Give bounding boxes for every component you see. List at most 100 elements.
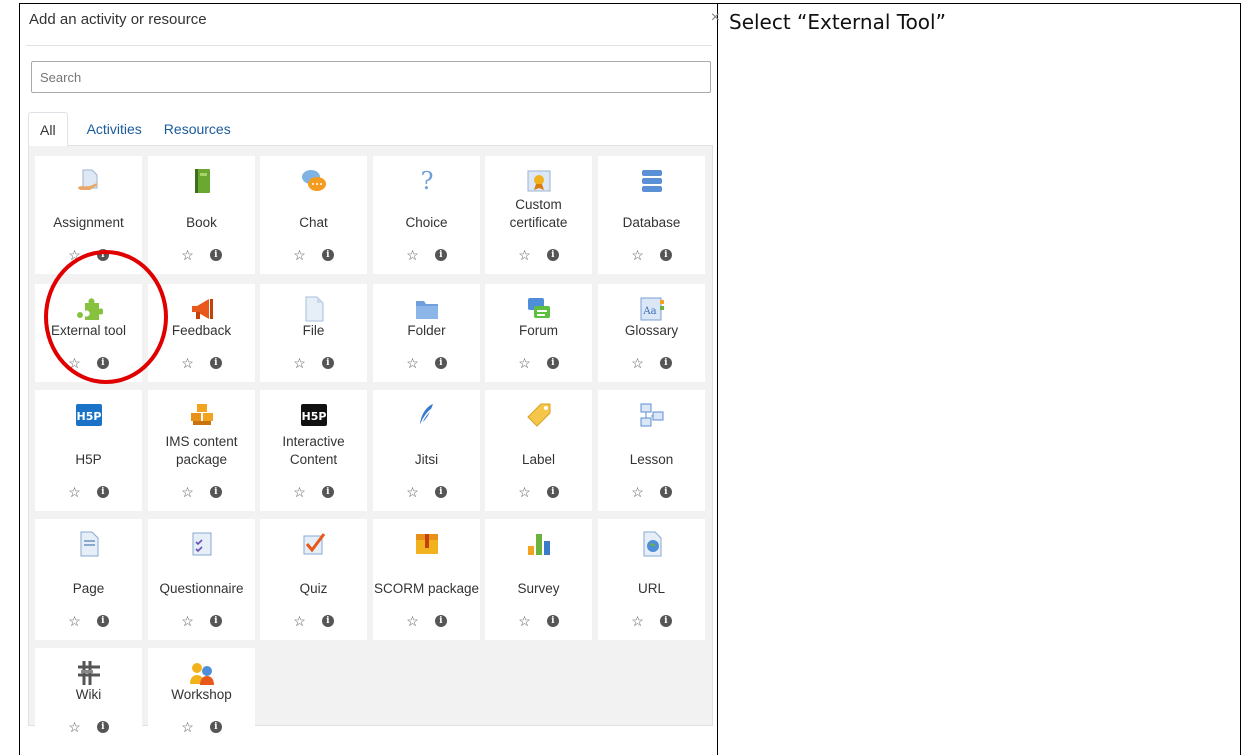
tile-actions: ☆ i bbox=[148, 719, 255, 736]
tile-quiz[interactable]: Quiz ☆ i bbox=[260, 519, 367, 640]
tile-page[interactable]: Page ☆ i bbox=[35, 519, 142, 640]
star-icon[interactable]: ☆ bbox=[181, 355, 194, 372]
tile-external-tool[interactable]: External tool ☆ i bbox=[35, 284, 142, 382]
star-icon[interactable]: ☆ bbox=[631, 613, 644, 630]
info-icon[interactable]: i bbox=[96, 615, 109, 627]
tile-workshop[interactable]: Workshop ☆ i bbox=[148, 648, 255, 746]
tile-actions: ☆ i bbox=[148, 355, 255, 372]
star-icon[interactable]: ☆ bbox=[68, 484, 81, 501]
info-icon[interactable]: i bbox=[546, 615, 559, 627]
tile-lesson[interactable]: Lesson ☆ i bbox=[598, 390, 705, 511]
tile-label[interactable]: Label ☆ i bbox=[485, 390, 592, 511]
tile-label: Questionnaire bbox=[159, 581, 244, 596]
star-icon[interactable]: ☆ bbox=[181, 719, 194, 736]
info-icon[interactable]: i bbox=[96, 249, 109, 261]
info-icon[interactable]: i bbox=[209, 615, 222, 627]
star-icon[interactable]: ☆ bbox=[181, 613, 194, 630]
tile-interactive-content[interactable]: H5P Interactive Content ☆ i bbox=[260, 390, 367, 511]
jitsi-icon bbox=[413, 401, 441, 429]
megaphone-icon bbox=[188, 295, 216, 323]
info-icon[interactable]: i bbox=[96, 357, 109, 369]
star-icon[interactable]: ☆ bbox=[631, 247, 644, 264]
star-icon[interactable]: ☆ bbox=[68, 719, 81, 736]
star-icon[interactable]: ☆ bbox=[631, 355, 644, 372]
star-icon[interactable]: ☆ bbox=[68, 355, 81, 372]
info-icon[interactable]: i bbox=[659, 615, 672, 627]
tile-assignment[interactable]: Assignment ☆ i bbox=[35, 156, 142, 274]
tile-label: Glossary bbox=[624, 323, 679, 338]
info-icon[interactable]: i bbox=[321, 486, 334, 498]
quiz-icon bbox=[300, 530, 328, 558]
tile-survey[interactable]: Survey ☆ i bbox=[485, 519, 592, 640]
info-icon[interactable]: i bbox=[659, 249, 672, 261]
info-icon[interactable]: i bbox=[546, 249, 559, 261]
info-icon[interactable]: i bbox=[209, 357, 222, 369]
tile-database[interactable]: Database ☆ i bbox=[598, 156, 705, 274]
info-icon[interactable]: i bbox=[546, 486, 559, 498]
star-icon[interactable]: ☆ bbox=[406, 484, 419, 501]
tile-folder[interactable]: Folder ☆ i bbox=[373, 284, 480, 382]
tile-ims-content-package[interactable]: IMS content package ☆ i bbox=[148, 390, 255, 511]
info-icon[interactable]: i bbox=[434, 615, 447, 627]
tile-wiki[interactable]: Wiki ☆ i bbox=[35, 648, 142, 746]
info-icon[interactable]: i bbox=[546, 357, 559, 369]
info-icon[interactable]: i bbox=[434, 486, 447, 498]
info-icon[interactable]: i bbox=[96, 721, 109, 733]
star-icon[interactable]: ☆ bbox=[518, 613, 531, 630]
tile-glossary[interactable]: Aa Glossary ☆ i bbox=[598, 284, 705, 382]
tile-h5p[interactable]: H5P H5P ☆ i bbox=[35, 390, 142, 511]
star-icon[interactable]: ☆ bbox=[293, 355, 306, 372]
tile-label: Survey bbox=[517, 581, 560, 596]
tile-file[interactable]: File ☆ i bbox=[260, 284, 367, 382]
tile-custom-certificate[interactable]: Custom certificate ☆ i bbox=[485, 156, 592, 274]
star-icon[interactable]: ☆ bbox=[68, 247, 81, 264]
tile-label: Wiki bbox=[75, 687, 102, 702]
tile-label: Choice bbox=[405, 215, 448, 230]
star-icon[interactable]: ☆ bbox=[518, 247, 531, 264]
star-icon[interactable]: ☆ bbox=[406, 613, 419, 630]
info-icon[interactable]: i bbox=[96, 486, 109, 498]
star-icon[interactable]: ☆ bbox=[293, 247, 306, 264]
info-icon[interactable]: i bbox=[434, 357, 447, 369]
info-icon[interactable]: i bbox=[209, 249, 222, 261]
star-icon[interactable]: ☆ bbox=[293, 613, 306, 630]
info-icon[interactable]: i bbox=[321, 357, 334, 369]
info-icon[interactable]: i bbox=[209, 721, 222, 733]
tile-questionnaire[interactable]: Questionnaire ☆ i bbox=[148, 519, 255, 640]
tile-chat[interactable]: Chat ☆ i bbox=[260, 156, 367, 274]
search-input[interactable] bbox=[31, 61, 711, 93]
info-icon[interactable]: i bbox=[434, 249, 447, 261]
document-table: Add an activity or resource × All Activi… bbox=[19, 3, 1241, 755]
star-icon[interactable]: ☆ bbox=[181, 247, 194, 264]
tab-resources[interactable]: Resources bbox=[153, 112, 242, 146]
star-icon[interactable]: ☆ bbox=[518, 355, 531, 372]
folder-icon bbox=[413, 295, 441, 323]
tile-choice[interactable]: ? Choice ☆ i bbox=[373, 156, 480, 274]
workshop-icon bbox=[188, 659, 216, 687]
tile-book[interactable]: Book ☆ i bbox=[148, 156, 255, 274]
star-icon[interactable]: ☆ bbox=[293, 484, 306, 501]
star-icon[interactable]: ☆ bbox=[68, 613, 81, 630]
chat-icon bbox=[300, 167, 328, 195]
info-icon[interactable]: i bbox=[659, 486, 672, 498]
info-icon[interactable]: i bbox=[659, 357, 672, 369]
tile-forum[interactable]: Forum ☆ i bbox=[485, 284, 592, 382]
star-icon[interactable]: ☆ bbox=[406, 355, 419, 372]
svg-text:?: ? bbox=[420, 167, 433, 195]
star-icon[interactable]: ☆ bbox=[181, 484, 194, 501]
tile-scorm-package[interactable]: SCORM package ☆ i bbox=[373, 519, 480, 640]
tile-label: SCORM package bbox=[373, 581, 480, 596]
tile-url[interactable]: URL ☆ i bbox=[598, 519, 705, 640]
star-icon[interactable]: ☆ bbox=[518, 484, 531, 501]
star-icon[interactable]: ☆ bbox=[406, 247, 419, 264]
tile-feedback[interactable]: Feedback ☆ i bbox=[148, 284, 255, 382]
star-icon[interactable]: ☆ bbox=[631, 484, 644, 501]
info-icon[interactable]: i bbox=[321, 615, 334, 627]
info-icon[interactable]: i bbox=[321, 249, 334, 261]
info-icon[interactable]: i bbox=[209, 486, 222, 498]
tile-jitsi[interactable]: Jitsi ☆ i bbox=[373, 390, 480, 511]
tab-activities[interactable]: Activities bbox=[76, 112, 153, 146]
tab-all[interactable]: All bbox=[28, 112, 68, 147]
close-icon[interactable]: × bbox=[711, 9, 720, 27]
tile-actions: ☆ i bbox=[35, 613, 142, 630]
